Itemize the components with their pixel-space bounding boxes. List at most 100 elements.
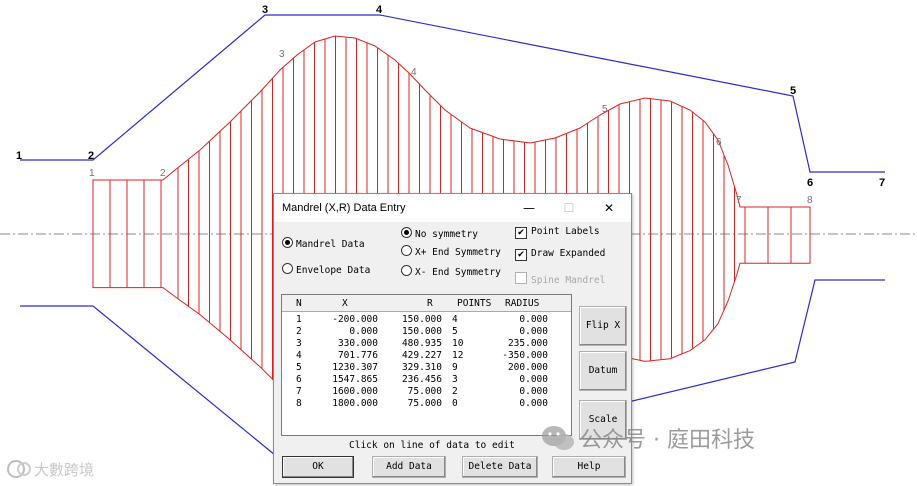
checkmark-icon: ✔ — [515, 227, 527, 239]
cell-radius: 0.000 — [519, 386, 548, 397]
checkbox-empty-icon — [515, 272, 527, 284]
no-symmetry-radio[interactable]: No symmetry — [401, 227, 478, 240]
spine-mandrel-checkbox: Spine Mandrel — [515, 272, 605, 286]
cell-x: 330.000 — [337, 338, 378, 349]
watermark-logo-icon — [7, 460, 31, 478]
table-row[interactable]: 5 1230.307 329.310 9 200.000 — [282, 362, 571, 374]
envelope-upper-line — [20, 14, 885, 173]
spine-mandrel-label: Spine Mandrel — [531, 275, 606, 286]
maximize-icon: ☐ — [563, 201, 575, 215]
mandrel-label-3: 3 — [279, 49, 285, 60]
cell-n: 2 — [296, 326, 302, 337]
mandrel-data-radio[interactable]: Mandrel Data — [282, 237, 365, 250]
mandrel-label-2: 2 — [160, 168, 166, 179]
table-row[interactable]: 7 1600.000 75.000 2 0.000 — [282, 386, 571, 398]
help-button[interactable]: Help — [552, 456, 626, 478]
cell-points: 12 — [452, 350, 464, 361]
cell-x: 701.776 — [337, 350, 378, 361]
cell-r: 236.456 — [401, 374, 442, 385]
point-labels-label: Point Labels — [531, 226, 600, 237]
draw-expanded-checkbox[interactable]: ✔ Draw Expanded — [515, 248, 605, 261]
edit-hint-text: Click on line of data to edit — [349, 440, 515, 451]
radio-unselected-icon — [401, 245, 412, 256]
cell-x: 1230.307 — [332, 362, 378, 373]
cell-radius: 0.000 — [519, 374, 548, 385]
table-row[interactable]: 3 330.000 480.935 10 235.000 — [282, 338, 571, 350]
envelope-label-6: 6 — [807, 177, 813, 189]
cell-r: 150.000 — [401, 326, 442, 337]
envelope-lower-line — [20, 305, 276, 456]
table-row[interactable]: 8 1800.000 75.000 0 0.000 — [282, 398, 571, 410]
checkmark-icon: ✔ — [515, 249, 527, 261]
radio-selected-icon — [401, 227, 412, 238]
cell-radius: 0.000 — [519, 398, 548, 409]
cell-points: 0 — [452, 398, 458, 409]
envelope-lower-right-line — [627, 279, 885, 403]
x-plus-symmetry-radio[interactable]: X+ End Symmetry — [401, 245, 501, 258]
envelope-label-2: 2 — [88, 150, 94, 162]
cell-x: 1600.000 — [332, 386, 378, 397]
ok-button[interactable]: OK — [282, 456, 354, 478]
no-symmetry-label: No symmetry — [415, 229, 478, 240]
cell-points: 10 — [452, 338, 464, 349]
cell-points: 9 — [452, 362, 458, 373]
cell-r: 480.935 — [401, 338, 442, 349]
cell-points: 2 — [452, 386, 458, 397]
add-data-button[interactable]: Add Data — [372, 456, 446, 478]
cell-points: 4 — [452, 314, 458, 325]
table-row[interactable]: 1 -200.000 150.000 4 0.000 — [282, 314, 571, 326]
envelope-label-3: 3 — [262, 4, 268, 16]
col-x: X — [342, 298, 348, 309]
mandrel-label-4: 4 — [411, 67, 417, 78]
cell-radius: 200.000 — [507, 362, 548, 373]
dialog-title-bar[interactable]: Mandrel (X,R) Data Entry — ☐ ✕ — [274, 194, 631, 222]
delete-data-button[interactable]: Delete Data — [462, 456, 538, 478]
radio-unselected-icon — [282, 263, 293, 274]
table-row[interactable]: 4 701.776 429.227 12 -350.000 — [282, 350, 571, 362]
cell-r: 75.000 — [407, 398, 442, 409]
col-points: POINTS — [457, 298, 492, 309]
cell-n: 5 — [296, 362, 302, 373]
mandrel-data-label: Mandrel Data — [296, 239, 365, 250]
cell-points: 3 — [452, 374, 458, 385]
x-minus-symmetry-label: X- End Symmetry — [415, 267, 501, 278]
envelope-label-7: 7 — [879, 177, 885, 189]
table-row[interactable]: 2 0.000 150.000 5 0.000 — [282, 326, 571, 338]
mandrel-label-8: 8 — [807, 195, 813, 206]
cell-r: 329.310 — [401, 362, 442, 373]
envelope-data-radio[interactable]: Envelope Data — [282, 263, 370, 276]
mandrel-data-entry-dialog: Mandrel (X,R) Data Entry — ☐ ✕ Mandrel D… — [273, 193, 632, 484]
radio-unselected-icon — [401, 265, 412, 276]
col-radius: RADIUS — [505, 298, 540, 309]
datum-button[interactable]: Datum — [579, 351, 627, 391]
radio-selected-icon — [282, 237, 293, 248]
cell-radius: -350.000 — [502, 350, 548, 361]
cell-radius: 0.000 — [519, 314, 548, 325]
dialog-title: Mandrel (X,R) Data Entry — [282, 202, 406, 214]
envelope-label-5: 5 — [790, 85, 796, 97]
cell-n: 3 — [296, 338, 302, 349]
x-plus-symmetry-label: X+ End Symmetry — [415, 247, 501, 258]
cell-radius: 0.000 — [519, 326, 548, 337]
watermark-right-text: 公众号 · 庭田科技 — [580, 428, 755, 453]
cell-x: 1547.865 — [332, 374, 378, 385]
cell-radius: 235.000 — [507, 338, 548, 349]
mandrel-label-6: 6 — [716, 137, 722, 148]
cell-n: 8 — [296, 398, 302, 409]
cell-r: 75.000 — [407, 386, 442, 397]
flip-x-button[interactable]: Flip X — [579, 306, 627, 346]
wechat-icon — [542, 426, 574, 450]
cell-n: 7 — [296, 386, 302, 397]
watermark-left-text: 大數跨境 — [34, 461, 95, 479]
cell-x: -200.000 — [332, 314, 378, 325]
table-row[interactable]: 6 1547.865 236.456 3 0.000 — [282, 374, 571, 386]
table-header: N X R POINTS RADIUS — [282, 295, 571, 312]
data-table[interactable]: N X R POINTS RADIUS 1 -200.000 150.000 4 0.0… — [281, 294, 572, 436]
cell-r: 150.000 — [401, 314, 442, 325]
minimize-icon[interactable]: — — [515, 197, 543, 219]
close-icon[interactable]: ✕ — [595, 197, 623, 219]
cell-x: 0.000 — [349, 326, 378, 337]
point-labels-checkbox[interactable]: ✔ Point Labels — [515, 226, 600, 239]
cell-n: 1 — [296, 314, 302, 325]
x-minus-symmetry-radio[interactable]: X- End Symmetry — [401, 265, 501, 278]
